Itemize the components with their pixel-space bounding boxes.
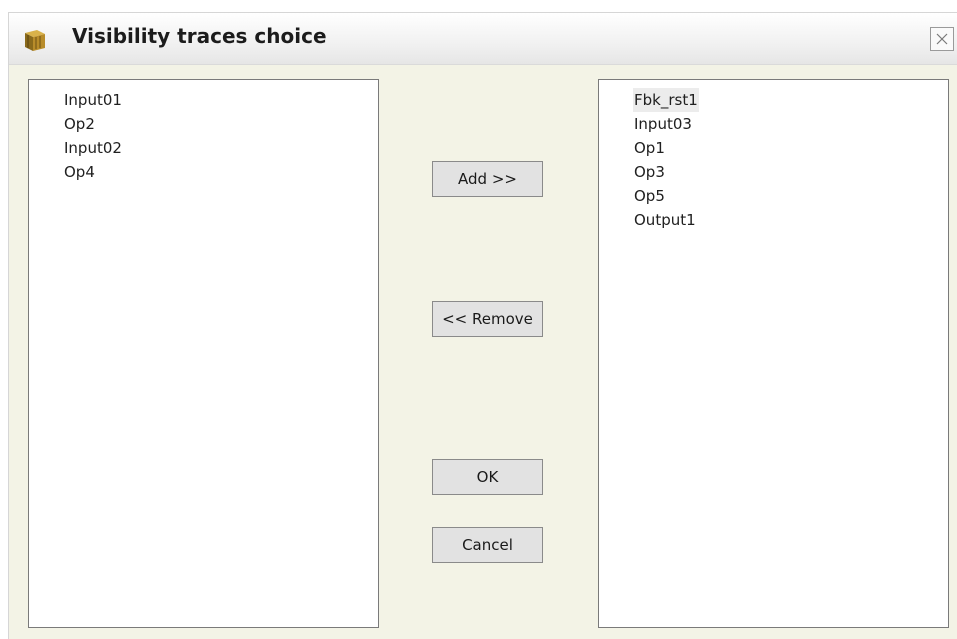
list-item[interactable]: Fbk_rst1: [633, 88, 699, 112]
list-item[interactable]: Input03: [633, 112, 693, 136]
add-button[interactable]: Add >>: [432, 161, 543, 197]
available-traces-list[interactable]: Input01 Op2 Input02 Op4: [28, 79, 379, 628]
window-title: Visibility traces choice: [72, 24, 327, 48]
cancel-button[interactable]: Cancel: [432, 527, 543, 563]
list-item[interactable]: Output1: [633, 208, 697, 232]
selected-traces-list[interactable]: Fbk_rst1 Input03 Op1 Op3 Op5 Output1: [598, 79, 949, 628]
close-button[interactable]: [930, 27, 954, 51]
list-item[interactable]: Op1: [633, 136, 666, 160]
ok-button[interactable]: OK: [432, 459, 543, 495]
list-item[interactable]: Op5: [633, 184, 666, 208]
remove-button[interactable]: << Remove: [432, 301, 543, 337]
list-item[interactable]: Op3: [633, 160, 666, 184]
list-item[interactable]: Input01: [63, 88, 123, 112]
title-bar: Visibility traces choice: [9, 13, 957, 65]
list-item[interactable]: Op4: [63, 160, 96, 184]
close-icon: [936, 33, 948, 45]
list-item[interactable]: Op2: [63, 112, 96, 136]
dialog-window: Visibility traces choice Input01 Op2 Inp…: [8, 12, 957, 639]
list-item[interactable]: Input02: [63, 136, 123, 160]
cube-icon: [22, 27, 48, 53]
